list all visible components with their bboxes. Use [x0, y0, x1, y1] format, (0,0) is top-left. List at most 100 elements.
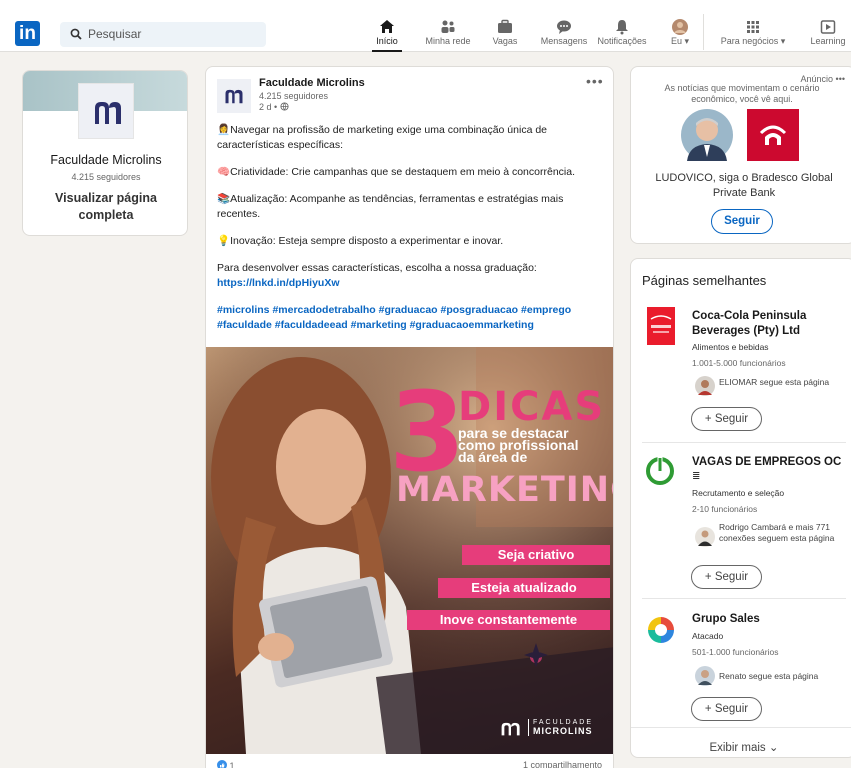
image-brand-bottom: MICROLINS [533, 726, 593, 736]
image-tip: Esteja atualizado [438, 578, 610, 598]
show-more-label: Exibir mais [709, 742, 766, 754]
nav-messaging[interactable]: Mensagens [537, 18, 591, 52]
nav-label: Notificações [597, 36, 647, 46]
post-author[interactable]: Faculdade Microlins [259, 77, 365, 89]
image-subtitle: para se destacar como profissional da ár… [458, 426, 579, 464]
nav-home[interactable]: Início [372, 18, 402, 52]
post-time: 2 d • [259, 102, 289, 112]
network-icon [441, 20, 455, 33]
bradesco-logo-icon [759, 125, 787, 145]
image-headline: MARKETING [396, 470, 613, 510]
reactions-number: 1 [229, 761, 235, 768]
post-card: Faculdade Microlins 4.215 seguidores 2 d… [205, 66, 614, 768]
nav-network[interactable]: Minha rede [421, 18, 475, 52]
post-author-logo[interactable] [217, 79, 251, 113]
follow-button[interactable]: + Seguir [691, 565, 762, 589]
chevron-down-icon: ▾ [778, 36, 786, 46]
view-page-link[interactable]: Visualizar página completa [43, 190, 169, 224]
nav-notifications[interactable]: Notificações [594, 18, 650, 52]
divider [642, 442, 846, 443]
nav-me[interactable]: Eu ▾ [666, 18, 694, 52]
nav-label: Eu [670, 36, 682, 46]
nav-jobs[interactable]: Vagas [490, 18, 520, 52]
nav-business[interactable]: Para negócios ▾ [716, 18, 790, 52]
similar-pages-card: Páginas semelhantes Coca-Cola Peninsula … [630, 258, 851, 758]
page-name[interactable]: VAGAS DE EMPREGOS OC [692, 455, 847, 469]
post-paragraph: 📚Atualização: Acompanhe as tendências, f… [217, 193, 564, 220]
company-name[interactable]: Faculdade Microlins [23, 153, 187, 167]
nav-label: Learning [810, 36, 846, 46]
more-options-icon[interactable]: ••• [586, 73, 604, 89]
coca-cola-logo-icon [650, 315, 672, 333]
post-cta-text: Para desenvolver essas características, … [217, 262, 537, 274]
page-size: 2-10 funcionários [692, 504, 758, 514]
reactions-count[interactable]: 1 [217, 760, 235, 768]
play-icon [820, 20, 836, 34]
connection-avatar [695, 376, 715, 396]
like-icon [217, 760, 227, 768]
home-icon [380, 20, 394, 33]
post-link[interactable]: https://lnkd.in/dpHiyuXw [217, 277, 340, 289]
post-author-followers: 4.215 seguidores [259, 91, 329, 101]
nav-label: Mensagens [540, 36, 588, 46]
page-connection: Renato segue esta página [719, 671, 819, 681]
company-card: Faculdade Microlins 4.215 seguidores Vis… [22, 70, 188, 236]
search-icon [70, 28, 82, 40]
page-size: 501-1.000 funcionários [692, 647, 779, 657]
ad-follow-button[interactable]: Seguir [711, 209, 773, 234]
page-name[interactable]: Coca-Cola Peninsula Beverages (Pty) Ltd [692, 309, 847, 339]
coca-cola-logo[interactable] [647, 307, 675, 345]
microlins-logo-icon [225, 89, 243, 104]
connection-avatar [695, 666, 715, 686]
microlins-logo-icon [501, 722, 520, 736]
messaging-icon [557, 20, 571, 34]
nav-label: Minha rede [425, 36, 471, 46]
avatar [672, 19, 688, 35]
shares-count[interactable]: 1 compartilhamento [523, 760, 602, 768]
image-brand: FACULDADE MICROLINS [528, 719, 593, 736]
search-input[interactable]: Pesquisar [60, 22, 266, 47]
post-image[interactable]: 3 DICAS para se destacar como profission… [206, 347, 613, 754]
divider [642, 598, 846, 599]
nav-learning[interactable]: Learning [808, 18, 848, 52]
page-industry: Alimentos e bebidas [692, 342, 769, 352]
page-name[interactable]: Grupo Sales [692, 613, 847, 625]
follow-button[interactable]: + Seguir [691, 407, 762, 431]
page-connection: Rodrigo Cambará e mais 771 conexões segu… [719, 522, 835, 543]
chevron-down-icon: ⌄ [768, 742, 779, 754]
page-industry: Atacado [692, 631, 724, 641]
page-industry: Recrutamento e seleção [692, 488, 785, 498]
connection-avatar [695, 527, 715, 547]
vagas-logo-icon[interactable] [645, 456, 675, 486]
bell-icon [616, 20, 628, 35]
company-logo[interactable] [78, 83, 134, 139]
grupo-sales-logo-icon[interactable] [645, 614, 677, 646]
post-hashtags[interactable]: #microlins #mercadodetrabalho #graduacao… [217, 303, 597, 333]
post-paragraph: 🧠Criatividade: Crie campanhas que se des… [217, 166, 575, 178]
post-cta: Para desenvolver essas características, … [217, 261, 597, 291]
image-tip: Seja criativo [462, 545, 610, 565]
post-paragraph: 💡Inovação: Esteja sempre disposto a expe… [217, 235, 504, 247]
page-connection: ELIOMAR segue esta página [719, 377, 830, 387]
divider [631, 727, 851, 728]
follow-button[interactable]: + Seguir [691, 697, 762, 721]
ad-card: Anúncio ••• As notícias que movimentam o… [630, 66, 851, 244]
image-title: DICAS [458, 384, 606, 430]
ad-headline[interactable]: LUDOVICO, siga o Bradesco Global Private… [641, 171, 847, 201]
image-tip: Inove constantemente [407, 610, 610, 630]
grid-icon [747, 21, 759, 33]
page-size: 1.001-5.000 funcionários [692, 358, 786, 368]
similar-pages-title: Páginas semelhantes [642, 273, 767, 288]
chevron-down-icon: ▾ [681, 36, 690, 46]
user-avatar [681, 109, 733, 161]
bradesco-logo [747, 109, 799, 161]
show-more-button[interactable]: Exibir mais ⌄ [631, 740, 851, 754]
nav-label: Vagas [492, 36, 518, 46]
nav-divider [703, 14, 704, 50]
ad-text: As notícias que movimentam o cenário eco… [664, 83, 820, 104]
nav-label: Início [376, 36, 398, 46]
post-paragraph: 👩‍💼Navegar na profissão de marketing exi… [217, 124, 548, 151]
global-nav: in Pesquisar Início Minha rede Vagas Men… [0, 0, 851, 52]
linkedin-logo[interactable]: in [15, 21, 40, 46]
search-placeholder: Pesquisar [88, 27, 142, 41]
